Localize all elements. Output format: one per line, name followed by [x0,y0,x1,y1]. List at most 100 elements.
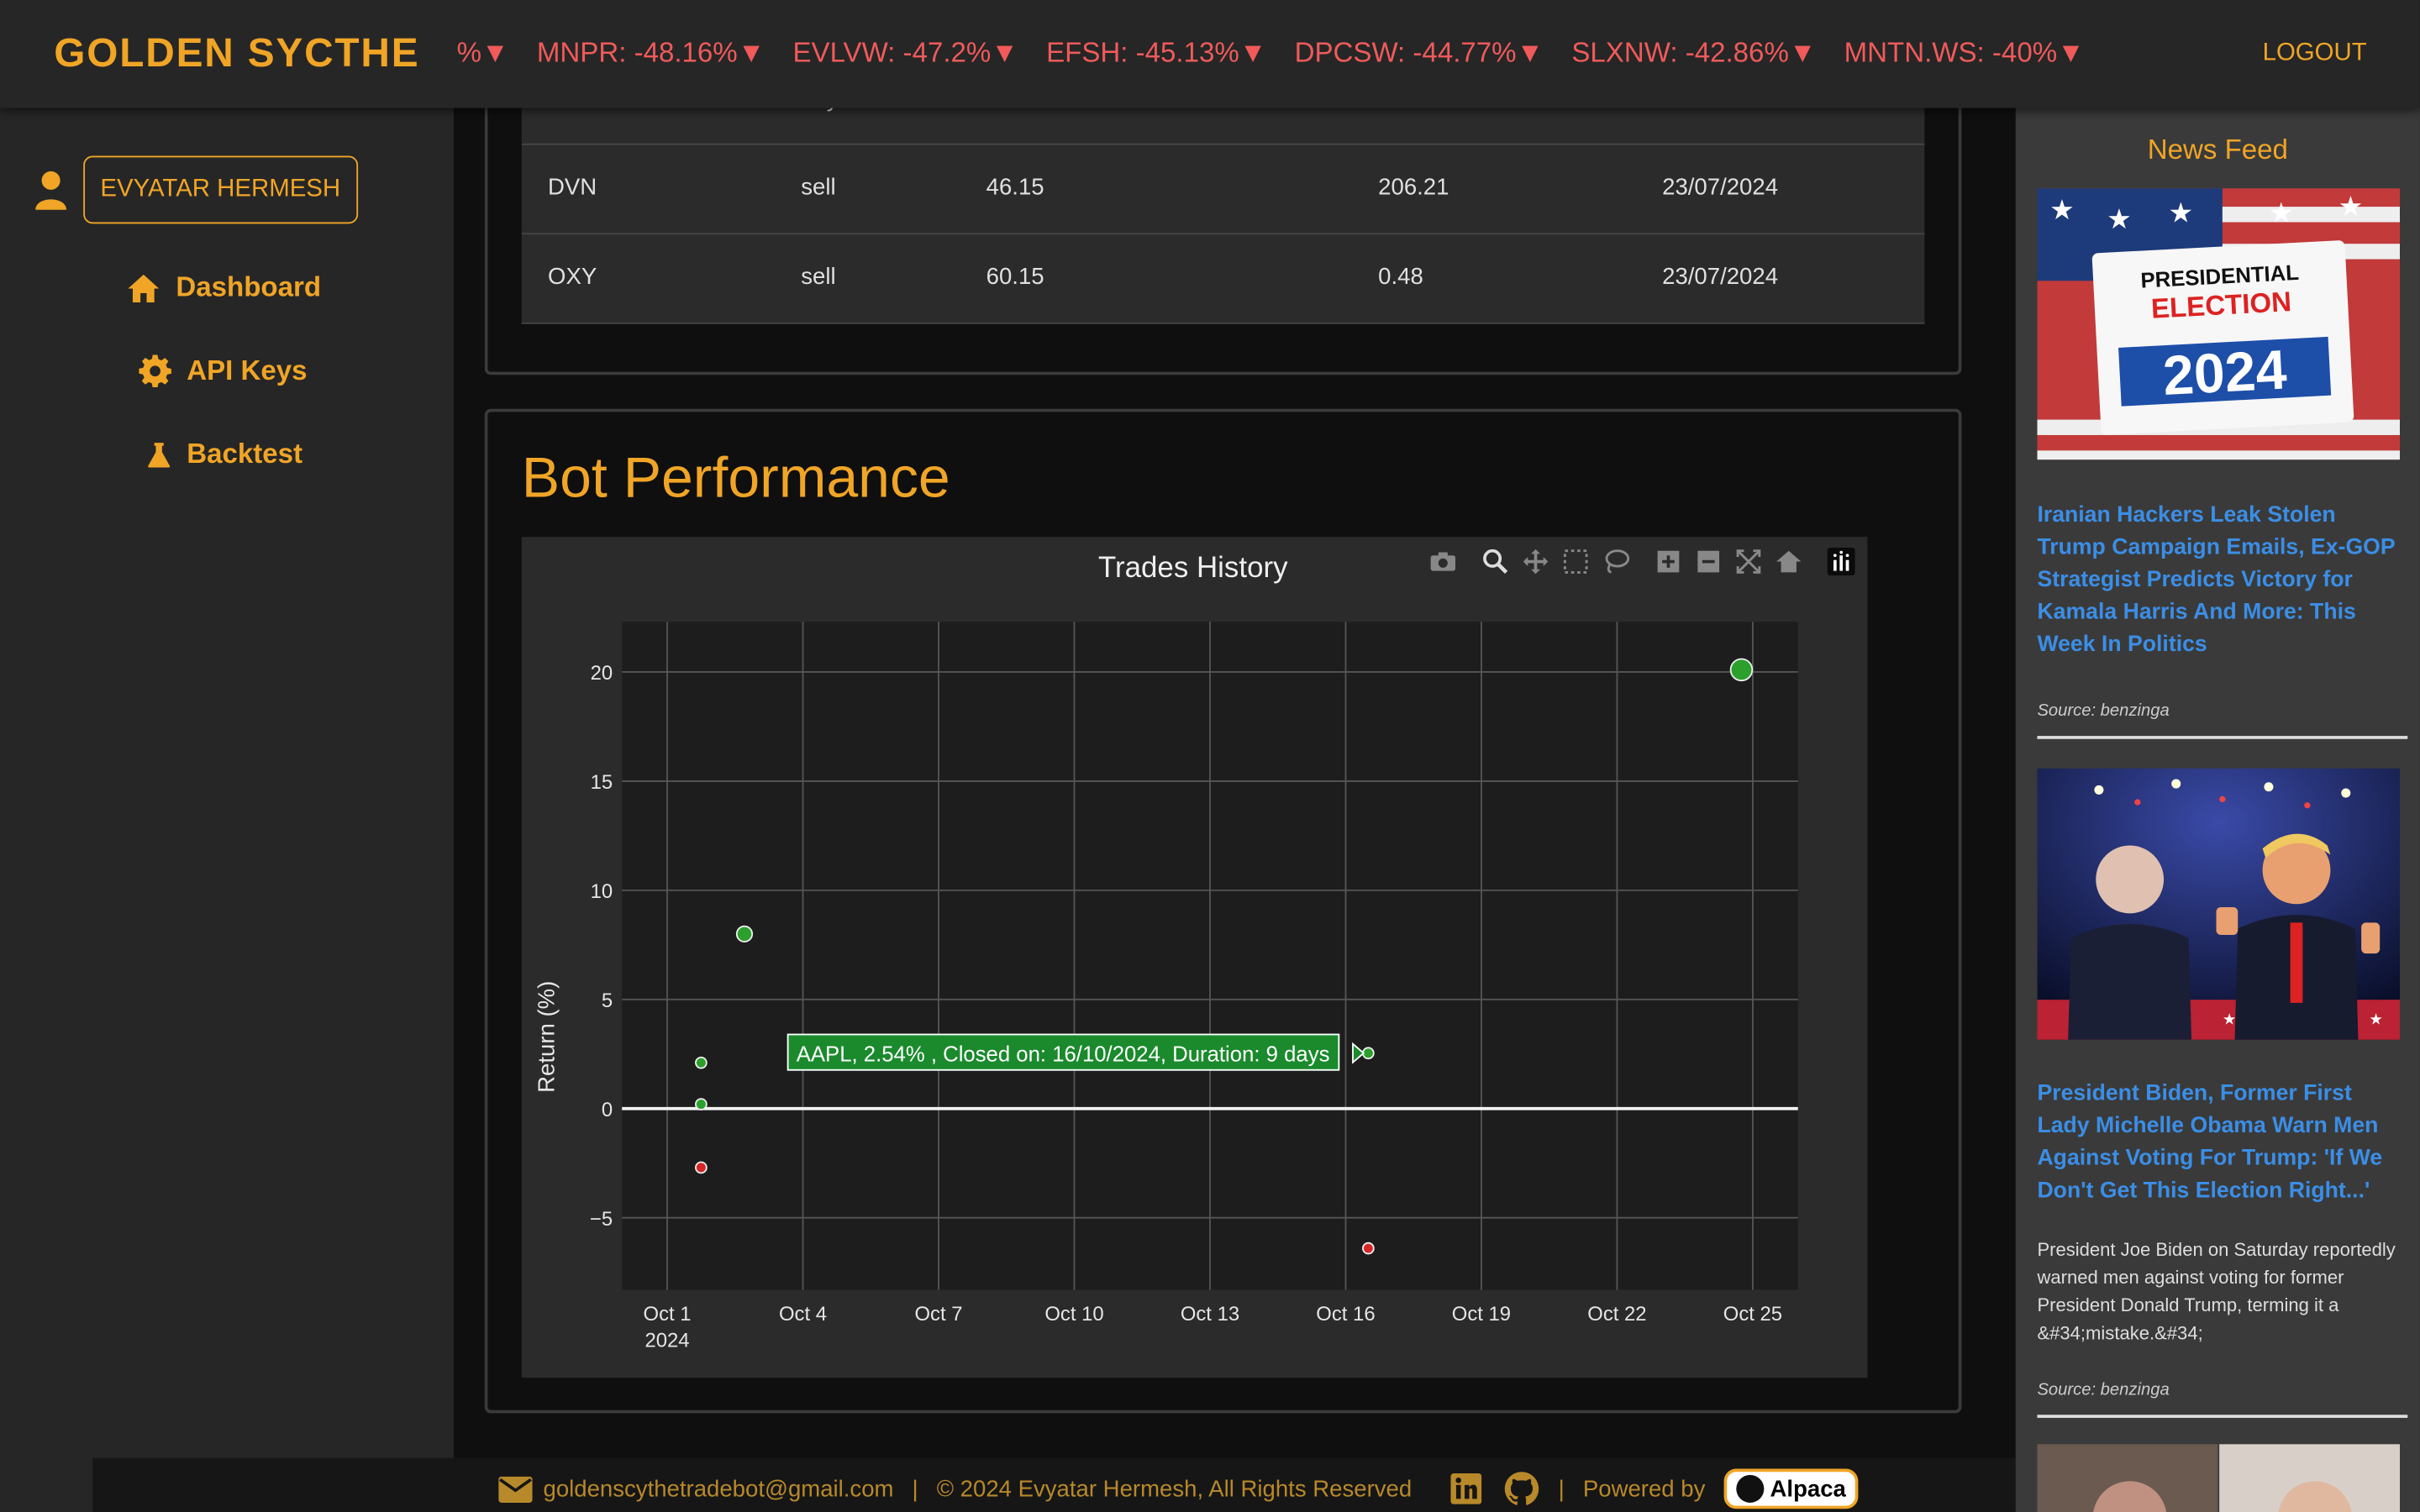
chart-y-tick-label: 10 [591,880,613,903]
zoom-in-icon[interactable] [1649,546,1689,577]
github-icon[interactable] [1503,1470,1540,1507]
box-select-icon[interactable] [1555,546,1596,577]
svg-text:★: ★ [2107,202,2132,235]
ticker-item: SLXNW: -42.86%▼ [1571,37,1817,68]
ticker-item: EFSH: -45.13%▼ [1046,37,1267,68]
chart-x-tick-label: Oct 10 [1044,1303,1103,1326]
footer-email-link[interactable]: goldenscythetradebot@gmail.com [544,1476,894,1502]
news-headline-link[interactable]: Iranian Hackers Leak Stolen Trump Campai… [2037,500,2404,662]
chart-x-tick-label: Oct 4 [779,1303,827,1326]
sidebar-item-dashboard[interactable]: Dashboard [127,271,321,304]
email-icon [498,1475,533,1503]
news-feed: News Feed ★ ★ ★ ★ ★ PRESIDENTIAL ELECTION 20… [2015,108,2420,1512]
chart-x-tick-label: Oct 16 [1316,1303,1375,1326]
footer-powered-by: Powered by [1582,1475,1706,1503]
cell-date: 23/07/2024 [1662,264,1779,291]
ticker-item: MNTN.WS: -40%▼ [1844,37,2085,68]
trades-card: DHI buy 174.29 57.22 24/07/2024 DVN sell… [484,87,1962,375]
cell-qty: 0.48 [1378,264,1423,291]
chart-plot-area[interactable]: Oct 1 2024 Oct 4 Oct 7 Oct 10 Oct 13 Oct 16 Oct… [522,537,1868,1378]
ticker-item: DPCSW: -44.77%▼ [1294,37,1544,68]
performance-title: Bot Performance [521,445,950,510]
news-feed-title: News Feed [2147,134,2288,165]
footer-content: goldenscythetradebot@gmail.com | © 2024 … [498,1468,1859,1509]
home-icon [128,274,160,302]
zoom-out-icon[interactable] [1688,546,1728,577]
svg-text:★: ★ [2223,1011,2236,1029]
trades-history-chart[interactable]: Oct 1 2024 Oct 4 Oct 7 Oct 10 Oct 13 Oct 16 Oct… [521,537,1868,1378]
cell-symbol: OXY [548,264,597,291]
news-image-election[interactable]: ★ ★ ★ ★ ★ PRESIDENTIAL ELECTION 2024 [2037,188,2401,460]
sidebar-item-label: Dashboard [176,271,322,302]
sidebar-item-backtest[interactable]: Backtest [146,438,302,471]
user-profile-button[interactable]: EVYATAR HERMESH [83,155,358,224]
sidebar: EVYATAR HERMESH Dashboard API Keys Backt… [0,108,454,1512]
footer-separator: | [1558,1475,1565,1503]
chart-x-tick-label: 2024 [644,1329,689,1352]
sidebar-item-api-keys[interactable]: API Keys [139,354,308,388]
chart-data-point [695,1098,708,1110]
flask-icon [148,442,171,467]
zoom-icon[interactable] [1476,546,1516,577]
chart-modebar [1423,546,1861,577]
chart-hover-tooltip: AAPL, 2.54% , Closed on: 16/10/2024, Dur… [786,1033,1339,1071]
sidebar-item-label: Backtest [187,438,303,470]
alpaca-logo-icon [1736,1474,1765,1503]
logout-button[interactable]: LOGOUT [2263,40,2367,68]
chart-data-point [695,1056,708,1069]
pan-icon[interactable] [1516,546,1556,577]
ticker-track: %▼ MNPR: -48.16%▼ EVLVW: -47.2%▼ EFSH: -45.… [457,37,2112,70]
main-content: DHI buy 174.29 57.22 24/07/2024 DVN sell… [453,87,2016,1512]
chart-y-tick-label: 5 [602,990,613,1012]
news-divider [2037,1415,2408,1418]
ticker-item: EVLVW: -47.2%▼ [792,37,1019,68]
chart-data-point [695,1161,708,1174]
svg-text:★: ★ [2369,1011,2382,1029]
cell-symbol: DVN [548,174,597,201]
gear-icon [139,354,171,388]
alpaca-label: Alpaca [1770,1475,1846,1503]
plotly-logo-icon[interactable] [1821,546,1861,577]
autoscale-icon[interactable] [1728,546,1769,577]
news-headline-link[interactable]: President Biden, Former First Lady Miche… [2037,1079,2404,1208]
alpaca-badge[interactable]: Alpaca [1723,1468,1859,1509]
chart-x-tick-label: Oct 22 [1587,1303,1646,1326]
chart-x-tick-label: Oct 1 [644,1303,692,1326]
cell-side: sell [801,264,836,291]
footer-copyright: © 2024 Evyatar Hermesh, All Rights Reser… [936,1475,1413,1503]
trades-table: DHI buy 174.29 57.22 24/07/2024 DVN sell… [521,87,1925,324]
news-image-third[interactable] [2037,1444,2401,1512]
top-navbar: GOLDEN SYCTHE %▼ MNPR: -48.16%▼ EVLVW: -47… [0,0,2420,108]
chart-y-axis-label: Return (%) [534,980,560,1093]
svg-text:★: ★ [2049,193,2075,226]
svg-text:★: ★ [2338,190,2364,223]
reset-axes-icon[interactable] [1769,546,1809,577]
footer-separator: | [912,1475,918,1503]
news-divider [2037,736,2408,739]
news-image-biden-trump[interactable]: ★★★★★ [2037,768,2401,1040]
svg-text:★: ★ [2269,196,2294,228]
svg-text:2024: 2024 [2161,339,2288,407]
chart-data-point [1362,1242,1375,1255]
news-source: Source: benzinga [2037,1380,2170,1399]
chart-x-tick-label: Oct 13 [1181,1303,1239,1326]
table-row: DVN sell 46.15 206.21 23/07/2024 [521,145,1925,235]
chart-data-point [1729,658,1754,682]
news-description: President Joe Biden on Saturday reported… [2037,1238,2396,1344]
brand-logo[interactable]: GOLDEN SYCTHE [54,29,419,77]
chart-data-point [735,925,754,942]
user-row: EVYATAR HERMESH [34,155,358,224]
sidebar-item-label: API Keys [187,354,308,386]
cell-price: 46.15 [986,174,1044,201]
user-icon [35,171,66,210]
ticker-item: MNPR: -48.16%▼ [536,37,765,68]
chart-y-tick-label: 15 [591,771,613,794]
cell-price: 60.15 [986,264,1044,291]
lasso-select-icon[interactable] [1596,546,1636,577]
camera-icon[interactable] [1423,546,1463,577]
cell-qty: 206.21 [1378,174,1449,201]
linkedin-icon[interactable] [1450,1473,1481,1504]
performance-card: Bot Performance Oct 1 2024 Oct 4 Oct 7 Oct 1… [484,408,1962,1414]
chart-x-tick-label: Oct 25 [1723,1303,1782,1326]
chart-x-tick-label: Oct 7 [914,1303,962,1326]
